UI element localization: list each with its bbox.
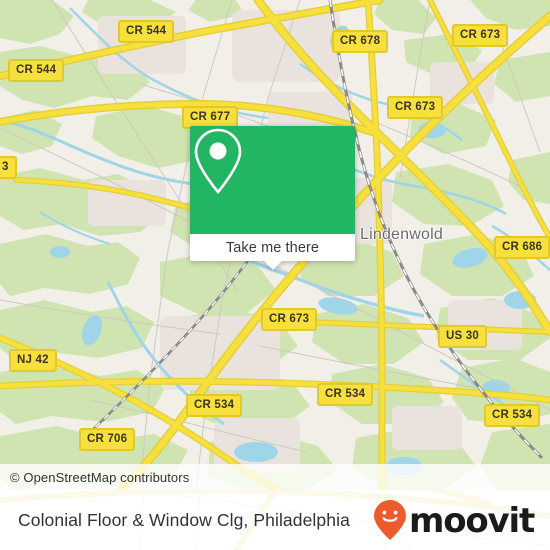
moovit-wordmark: moovit [408, 501, 535, 541]
road-shield: CR 673 [452, 24, 509, 47]
page-title: Colonial Floor & Window Clg, Philadelphi… [18, 509, 350, 530]
road-shield: CR 534 [317, 383, 374, 406]
road-shield: CR 678 [332, 30, 389, 53]
take-me-there-button[interactable]: Take me there [190, 234, 355, 261]
map-pin-icon [194, 128, 242, 195]
road-shield: CR 534 [484, 404, 541, 427]
road-shield: CR 544 [118, 20, 175, 43]
footer-bar: Colonial Floor & Window Clg, Philadelphi… [0, 490, 550, 550]
road-shield: US 30 [438, 325, 487, 348]
attribution-text: © OpenStreetMap contributors [10, 469, 190, 485]
popup-tail [263, 261, 282, 270]
moovit-smiley-pin-icon [373, 500, 406, 540]
screenshot-root: Lindenwold CR 544 CR 678 CR 673 CR 544 C… [0, 0, 550, 550]
road-shield: CR 706 [79, 428, 136, 451]
place-label-lindenwold: Lindenwold [360, 226, 443, 243]
road-shield: CR 686 [494, 236, 550, 259]
road-shield: CR 544 [8, 59, 65, 82]
popup-icon-area [190, 126, 355, 234]
road-shield: CR 534 [186, 394, 243, 417]
map-canvas[interactable]: Lindenwold CR 544 CR 678 CR 673 CR 544 C… [0, 0, 550, 490]
road-shield: 3 [0, 156, 17, 179]
footer-content: Colonial Floor & Window Clg, Philadelphi… [0, 490, 550, 550]
location-popup[interactable]: Take me there [190, 126, 355, 270]
moovit-logo[interactable]: moovit [373, 499, 535, 541]
map-attribution: © OpenStreetMap contributors [0, 464, 550, 490]
take-me-there-label: Take me there [225, 239, 320, 256]
road-shield: CR 673 [261, 308, 318, 331]
road-shield: NJ 42 [9, 349, 57, 372]
road-shield: CR 673 [387, 96, 444, 119]
